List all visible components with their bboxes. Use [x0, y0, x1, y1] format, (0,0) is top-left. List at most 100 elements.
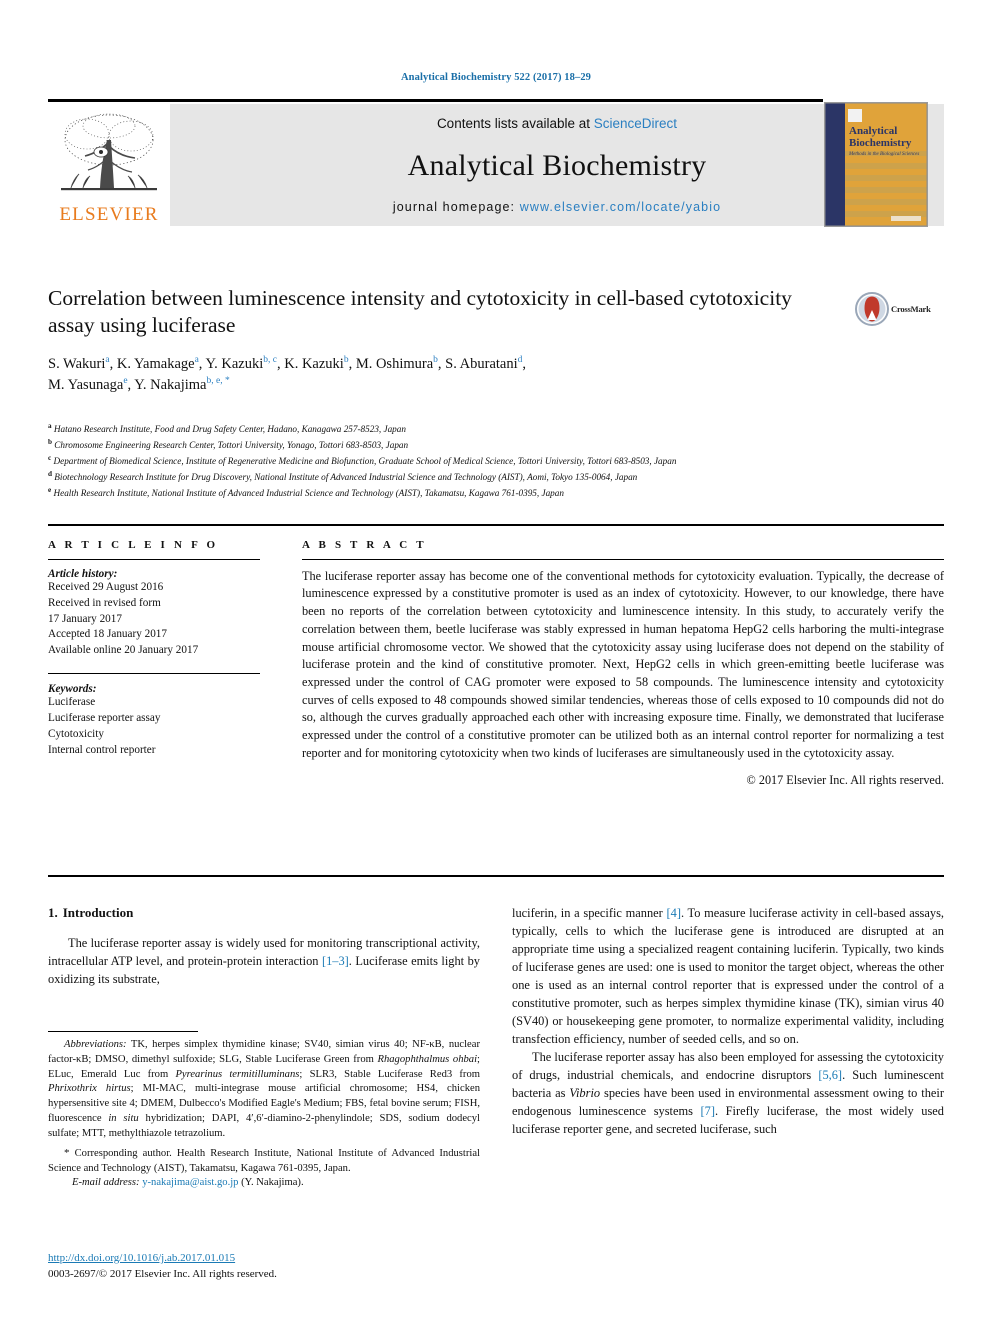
keyword-item: Internal control reporter: [48, 744, 156, 757]
author-list: S. Wakuria, K. Yamakagea, Y. Kazukib, c,…: [48, 354, 838, 396]
journal-article-page: Analytical Biochemistry 522 (2017) 18–29: [0, 0, 992, 1323]
corresponding-author-text: Corresponding author. Health Research In…: [48, 1147, 480, 1174]
affiliation-item: a Hatano Research Institute, Food and Dr…: [48, 421, 933, 437]
author-name: S. Wakuri: [48, 356, 106, 373]
intro-paragraph-2: The luciferase reporter assay has also b…: [512, 1049, 944, 1139]
abstract-text: The luciferase reporter assay has become…: [302, 568, 944, 760]
author-name: M. Yasunaga: [48, 377, 124, 394]
article-history-item: 17 January 2017: [48, 612, 122, 625]
abbrev-italic-insitu: in situ: [108, 1113, 139, 1125]
section-title: Introduction: [62, 905, 134, 920]
journal-banner: ELSEVIER Contents lists available at Sci…: [48, 99, 944, 226]
author-name: S. Aburatani: [445, 356, 518, 373]
keyword-item: Luciferase reporter assay: [48, 712, 161, 725]
abbrev-species-3: Phrixothrix hirtus: [48, 1083, 131, 1095]
citation-ref[interactable]: [7]: [701, 1104, 715, 1118]
journal-homepage-line: journal homepage: www.elsevier.com/locat…: [393, 200, 721, 214]
email-label: E-mail address:: [72, 1177, 140, 1189]
intro-text-cont: luciferin, in a specific manner: [512, 906, 667, 920]
affiliation-text: Chromosome Engineering Research Center, …: [54, 440, 409, 451]
elsevier-wordmark: ELSEVIER: [59, 204, 159, 225]
body-column-right: luciferin, in a specific manner [4]. To …: [512, 905, 944, 1139]
author-separator: ,: [522, 356, 527, 373]
email-link[interactable]: y-nakajima@aist.go.jp: [142, 1177, 238, 1188]
email-note: E-mail address: y-nakajima@aist.go.jp (Y…: [48, 1176, 480, 1191]
affiliation-text: Hatano Research Institute, Food and Drug…: [53, 424, 406, 435]
intro-paragraph-1-right: luciferin, in a specific manner [4]. To …: [512, 905, 944, 1049]
issn-copyright-line: 0003-2697/© 2017 Elsevier Inc. All right…: [48, 1268, 277, 1281]
intro-paragraph-1-left: The luciferase reporter assay is widely …: [48, 935, 480, 989]
article-history-label: Article history:: [48, 567, 118, 580]
svg-text:Analytical: Analytical: [849, 125, 897, 137]
band-top-rule: [48, 524, 944, 526]
keyword-item: Cytotoxicity: [48, 728, 104, 741]
abstract-rule: [302, 558, 944, 560]
article-history-item: Received 29 August 2016: [48, 580, 164, 593]
corresponding-author-note: * Corresponding author. Health Research …: [48, 1146, 480, 1177]
journal-cover-art: Analytical Biochemistry Methods in the B…: [825, 103, 927, 226]
keywords-rule: [48, 673, 260, 675]
article-info-heading: A R T I C L E I N F O: [48, 538, 219, 551]
svg-text:Biochemistry: Biochemistry: [849, 137, 912, 149]
author-separator: ,: [348, 356, 356, 373]
species-name: Vibrio: [569, 1085, 601, 1100]
affiliation-item: b Chromosome Engineering Research Center…: [48, 437, 933, 453]
title-block: Correlation between luminescence intensi…: [48, 285, 838, 396]
author-name: M. Oshimura: [355, 356, 434, 373]
affiliation-list: a Hatano Research Institute, Food and Dr…: [48, 421, 933, 501]
affiliation-marker: c: [48, 454, 52, 463]
affiliation-text: Department of Biomedical Science, Instit…: [53, 456, 677, 467]
affiliation-marker: d: [48, 470, 52, 479]
keywords-label: Keywords:: [48, 683, 97, 696]
footnote-separator-rule: [48, 1031, 198, 1032]
author-separator: ,: [198, 356, 206, 373]
section-heading-introduction: 1. Introduction: [48, 905, 480, 921]
info-abstract-band: A R T I C L E I N F O Article history: R…: [48, 524, 944, 788]
author-entry: Y. Kazukib, c,: [205, 355, 285, 373]
author-entry: K. Kazukib,: [284, 355, 356, 373]
abbreviations-label: Abbreviations:: [64, 1039, 127, 1050]
author-affiliation-marker: b, e, *: [206, 376, 230, 387]
affiliation-marker: a: [48, 422, 52, 430]
abbrev-species-2: Pyrearinus termitilluminans: [175, 1068, 300, 1080]
author-entry: M. Oshimurab,: [355, 355, 445, 373]
crossmark-label: CrossMark: [891, 304, 931, 314]
article-history-item: Available online 20 January 2017: [48, 644, 199, 657]
citation-ref[interactable]: [4]: [667, 906, 681, 920]
doi-link[interactable]: http://dx.doi.org/10.1016/j.ab.2017.01.0…: [48, 1252, 235, 1264]
affiliation-item: e Health Research Institute, National In…: [48, 485, 933, 501]
affiliation-item: d Biotechnology Research Institute for D…: [48, 469, 933, 485]
author-name: Y. Kazuki: [205, 356, 264, 373]
abstract-column: A B S T R A C T The luciferase reporter …: [302, 539, 944, 789]
author-name: K. Kazuki: [284, 356, 344, 373]
column-gap: [260, 539, 302, 789]
sciencedirect-link[interactable]: ScienceDirect: [594, 116, 677, 131]
affiliation-marker: e: [48, 486, 52, 495]
journal-cover-thumbnail: Analytical Biochemistry Methods in the B…: [824, 102, 928, 227]
contents-prefix: Contents lists available at: [436, 116, 594, 131]
author-separator: ,: [109, 356, 117, 373]
article-info-column: A R T I C L E I N F O Article history: R…: [48, 539, 260, 789]
abbreviations-note: Abbreviations: TK, herpes simplex thymid…: [48, 1038, 480, 1142]
elsevier-logo: ELSEVIER: [48, 104, 170, 226]
body-column-gap: [480, 905, 512, 1139]
elsevier-tree-icon: [61, 113, 157, 191]
svg-text:Methods in the Biological Scie: Methods in the Biological Sciences: [848, 152, 919, 157]
author-entry: M. Yasunagae,: [48, 376, 134, 394]
article-history-item: Received in revised form: [48, 596, 161, 609]
citation-ref[interactable]: [5,6]: [818, 1068, 842, 1082]
crossmark-icon: [855, 292, 889, 326]
citation-ref[interactable]: [1–3]: [322, 954, 349, 968]
affiliation-item: c Department of Biomedical Science, Inst…: [48, 453, 933, 469]
author-entry: Y. Nakajimab, e, *: [134, 376, 230, 393]
homepage-prefix: journal homepage:: [392, 200, 520, 214]
email-suffix: (Y. Nakajima).: [238, 1177, 304, 1189]
journal-homepage-link[interactable]: www.elsevier.com/locate/yabio: [520, 200, 721, 214]
keyword-item: Luciferase: [48, 696, 96, 709]
author-affiliation-marker: b, c: [263, 355, 277, 366]
article-history-item: Accepted 18 January 2017: [48, 628, 167, 641]
contents-available-line: Contents lists available at ScienceDirec…: [437, 116, 677, 131]
author-entry: S. Wakuria,: [48, 355, 117, 373]
crossmark-badge[interactable]: CrossMark: [855, 288, 935, 330]
section-number: 1.: [48, 905, 58, 920]
